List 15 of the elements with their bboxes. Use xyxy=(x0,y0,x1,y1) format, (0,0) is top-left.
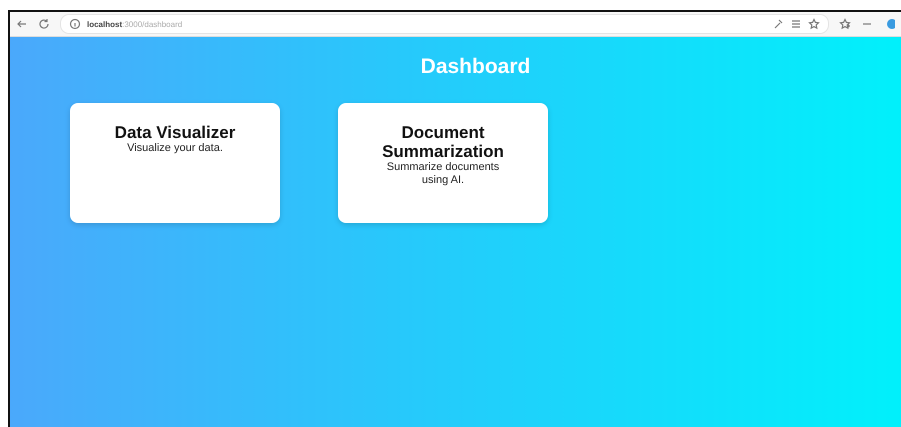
reader-icon[interactable] xyxy=(790,18,802,30)
address-bar[interactable]: localhost:3000/dashboard xyxy=(60,14,829,34)
dashboard-card[interactable]: Data Visualizer Visualize your data. xyxy=(70,103,280,223)
url-text: localhost:3000/dashboard xyxy=(87,20,182,28)
card-description: Visualize your data. xyxy=(126,142,224,155)
star-icon[interactable] xyxy=(808,18,820,30)
info-icon xyxy=(69,18,81,30)
card-description: Summarize documents using AI. xyxy=(386,161,500,187)
card-title: Document Summarization xyxy=(381,123,505,161)
dashboard-card[interactable]: Document Summarization Summarize documents using AI. xyxy=(338,103,548,223)
page-title: Dashboard xyxy=(420,55,530,79)
favorites-icon[interactable] xyxy=(839,18,851,30)
back-icon[interactable] xyxy=(16,18,28,30)
reload-icon[interactable] xyxy=(38,18,50,30)
card-title: Data Visualizer xyxy=(114,123,236,142)
